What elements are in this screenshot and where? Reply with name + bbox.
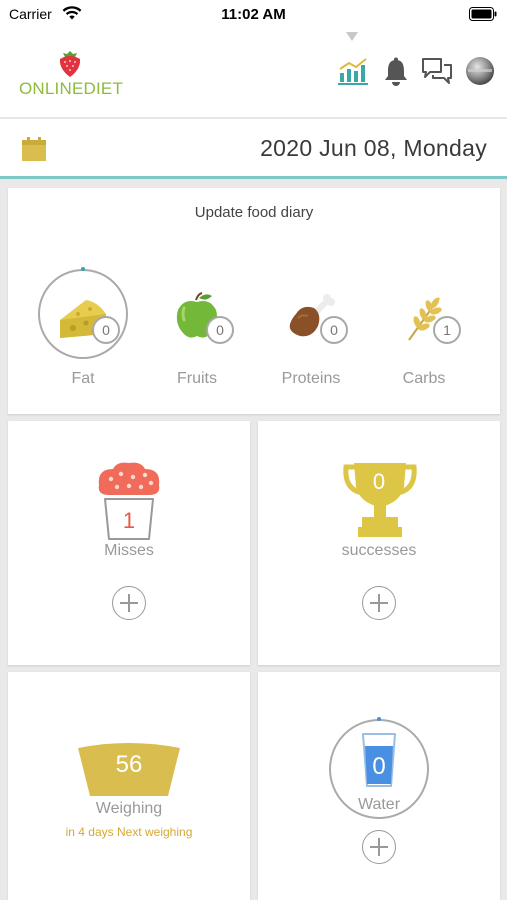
chat-icon[interactable] xyxy=(421,56,453,91)
food-diary-title[interactable]: Update food diary xyxy=(8,204,500,221)
misses-card[interactable]: 1 Misses xyxy=(8,421,250,665)
food-diary-card: Update food diary 0 Fat 0 Fruits 0 Prote… xyxy=(8,188,500,414)
successes-label: successes xyxy=(341,542,417,559)
calendar-icon[interactable] xyxy=(21,136,47,167)
drumstick-icon xyxy=(256,292,366,342)
brand-part-online: ONLINE xyxy=(19,79,84,98)
proteins-label: Proteins xyxy=(281,370,341,387)
current-date[interactable]: 2020 Jun 08, Monday xyxy=(260,135,487,162)
status-time: 11:02 AM xyxy=(221,6,286,23)
apple-icon xyxy=(142,292,252,342)
water-progress-marker xyxy=(377,717,381,721)
active-indicator xyxy=(346,32,358,41)
add-water-button[interactable] xyxy=(362,830,396,864)
carbs-label: Carbs xyxy=(402,370,446,387)
successes-card[interactable]: 0 successes xyxy=(258,421,500,665)
water-count: 0 xyxy=(372,753,386,780)
fruits-count: 0 xyxy=(206,316,234,344)
stats-chart-icon[interactable] xyxy=(337,56,369,91)
brand-name: ONLINEDIET xyxy=(19,79,123,99)
water-card[interactable]: 0 Water xyxy=(258,672,500,900)
food-item-carbs[interactable]: 1 Carbs xyxy=(369,272,479,402)
add-miss-button[interactable] xyxy=(112,586,146,620)
successes-count: 0 xyxy=(372,469,386,494)
onlinediet-logo[interactable]: ONLINEDIET xyxy=(18,50,128,100)
food-item-proteins[interactable]: 0 Proteins xyxy=(256,272,366,402)
carbs-count: 1 xyxy=(433,316,461,344)
food-item-fruits[interactable]: 0 Fruits xyxy=(142,272,252,402)
food-item-fat[interactable]: 0 Fat xyxy=(28,267,138,402)
bell-icon[interactable] xyxy=(381,56,411,91)
misses-count: 1 xyxy=(122,508,136,533)
fruits-label: Fruits xyxy=(177,370,217,387)
status-bar: Carrier 11:02 AM xyxy=(0,0,507,30)
weighing-label: Weighing xyxy=(95,800,163,817)
wheat-icon xyxy=(369,292,479,342)
fat-count: 0 xyxy=(92,316,120,344)
weight-value: 56 xyxy=(115,751,143,778)
add-success-button[interactable] xyxy=(362,586,396,620)
next-weighing-text: in 4 days Next weighing xyxy=(65,825,193,839)
proteins-count: 0 xyxy=(320,316,348,344)
date-bar: 2020 Jun 08, Monday xyxy=(0,119,507,179)
brand-part-diet: DIET xyxy=(83,79,124,98)
battery-icon xyxy=(469,7,497,26)
misses-label: Misses xyxy=(104,542,154,559)
fat-label: Fat xyxy=(71,370,95,387)
weighing-card[interactable]: 56 Weighing in 4 days Next weighing xyxy=(8,672,250,900)
fat-progress-marker xyxy=(81,267,85,271)
cheese-icon xyxy=(28,292,138,342)
app-header: ONLINEDIET xyxy=(0,30,507,118)
avatar[interactable] xyxy=(465,56,495,91)
water-label: Water xyxy=(357,796,401,813)
